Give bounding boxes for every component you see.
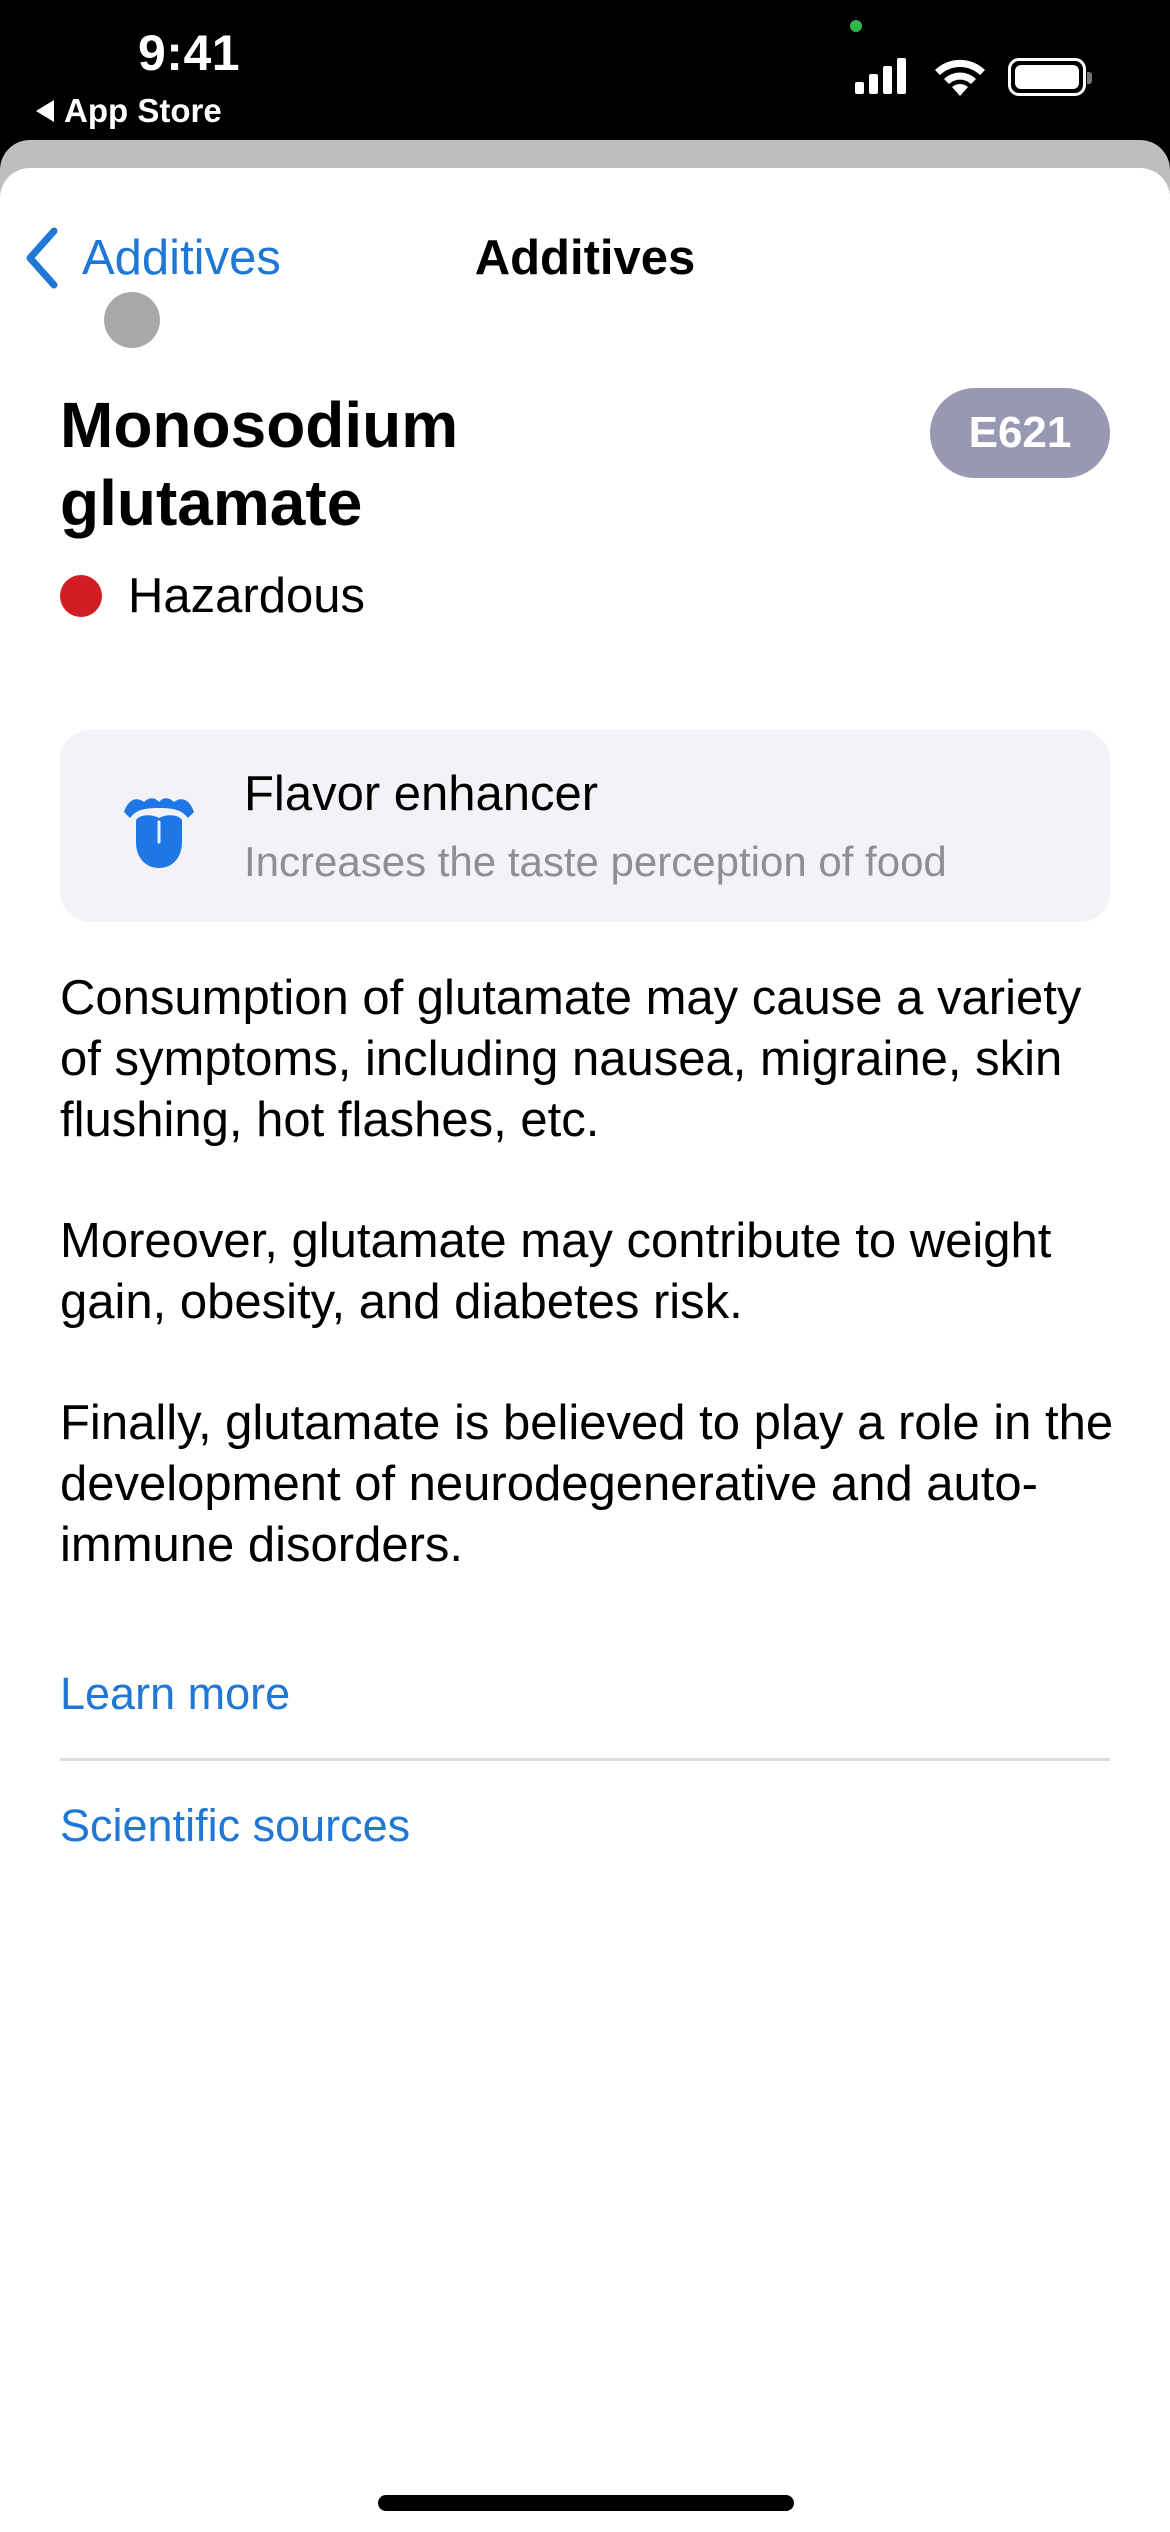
description-paragraph: Finally, glutamate is believed to play a… [60,1396,1114,1572]
status-dot-icon [60,575,102,617]
wifi-icon [935,59,985,96]
hazard-status: Hazardous [60,568,365,624]
status-bar: 9:41 App Store [0,0,1170,150]
navigation-bar: Additives Additives [0,218,1170,348]
e-number-badge: E621 [930,388,1110,478]
divider [60,1758,1110,1761]
function-title: Flavor enhancer [244,767,599,821]
camera-indicator-dot [850,20,862,32]
home-indicator[interactable] [378,2495,794,2511]
description: Consumption of glutamate may cause a var… [60,968,1120,1636]
signal-icon [855,58,906,94]
back-app-label: App Store [64,92,222,129]
status-label: Hazardous [128,569,365,623]
touch-indicator [104,292,160,348]
back-triangle-icon [36,100,54,122]
back-to-app-store[interactable]: App Store [36,92,222,130]
description-paragraph: Moreover, glutamate may contribute to we… [60,1214,1052,1329]
scientific-sources-link[interactable]: Scientific sources [60,1800,410,1852]
battery-icon [1008,58,1092,96]
nav-title: Additives [474,231,696,285]
function-card: Flavor enhancer Increases the taste perc… [60,730,1110,922]
learn-more-link[interactable]: Learn more [60,1668,290,1720]
status-time: 9:41 [138,25,241,81]
additive-name: Monosodium glutamate [60,389,459,539]
detail-sheet: Additives Additives Monosodium glutamate… [0,168,1170,2532]
tongue-icon [124,798,194,868]
description-paragraph: Consumption of glutamate may cause a var… [60,971,1082,1147]
function-subtitle: Increases the taste perception of food [244,838,947,885]
